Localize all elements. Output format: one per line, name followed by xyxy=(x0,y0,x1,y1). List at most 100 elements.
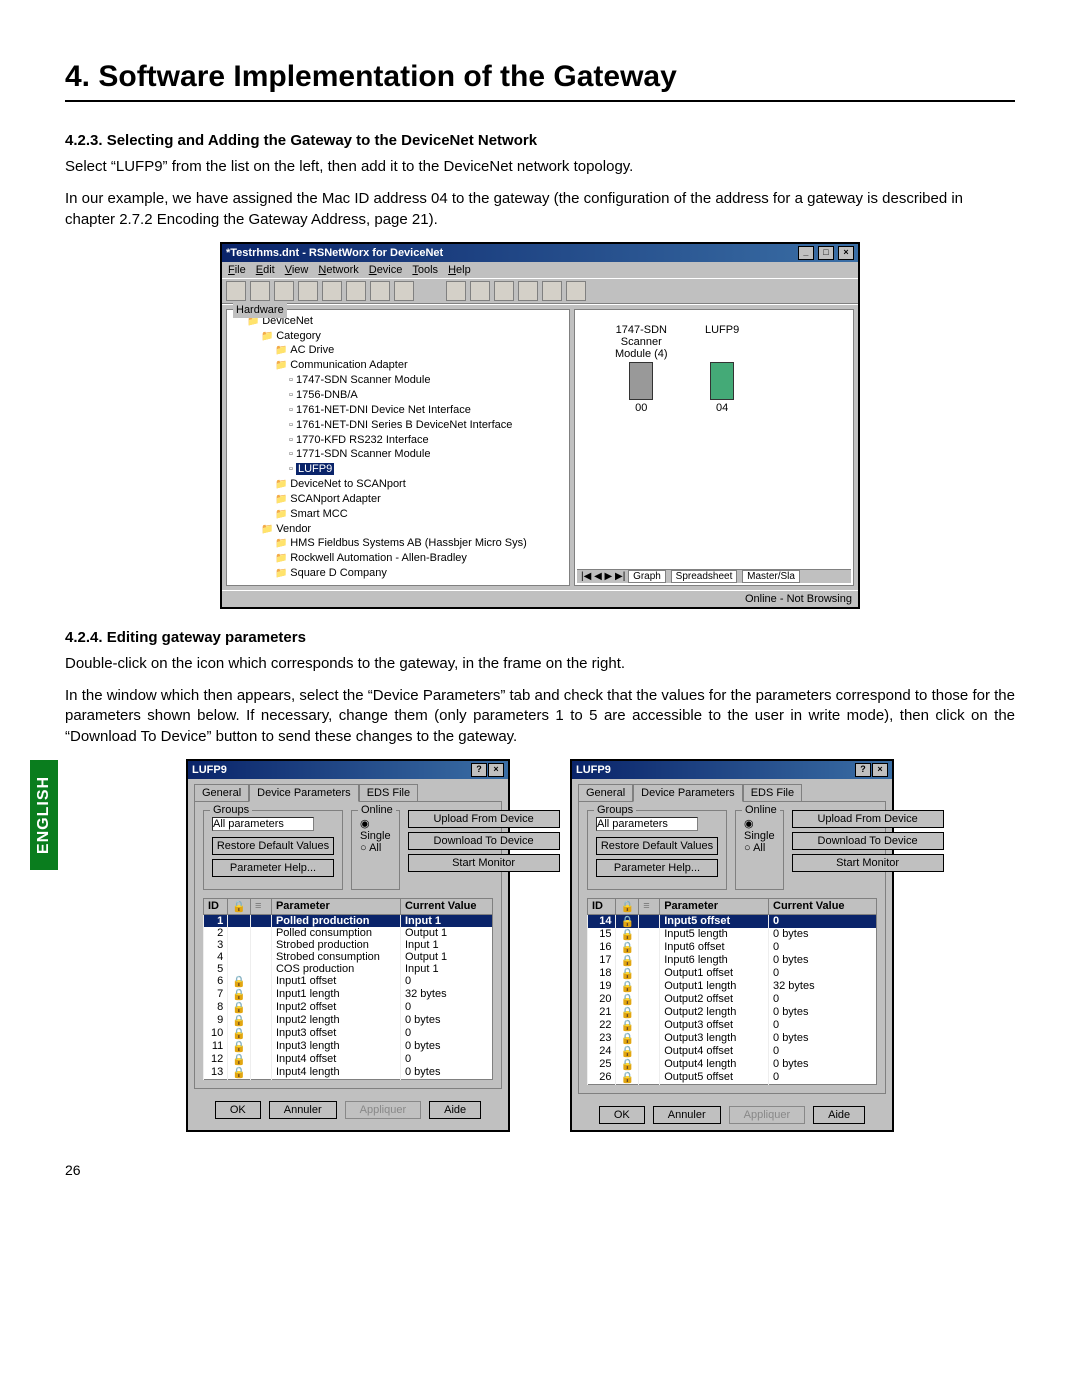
apply-button[interactable]: Appliquer xyxy=(345,1101,421,1119)
tb-help-icon[interactable] xyxy=(394,281,414,301)
table-row[interactable]: 10🔒Input3 offset0 xyxy=(204,1027,493,1040)
table-row[interactable]: 4Strobed consumptionOutput 1 xyxy=(204,951,493,963)
tree-node[interactable]: Vendor xyxy=(233,522,563,537)
tree-node[interactable]: HMS Fieldbus Systems AB (Hassbjer Micro … xyxy=(233,536,563,551)
tab-general[interactable]: General xyxy=(578,784,633,802)
table-row[interactable]: 20🔒Output2 offset0 xyxy=(588,993,877,1006)
tb-copy-icon[interactable] xyxy=(346,281,366,301)
menu-file[interactable]: File xyxy=(228,264,246,276)
radio-all[interactable]: All xyxy=(360,842,391,854)
tab-graph[interactable]: Graph xyxy=(628,570,666,583)
table-row[interactable]: 19🔒Output1 length32 bytes xyxy=(588,980,877,993)
parameter-table[interactable]: ID🔒≡ParameterCurrent Value1Polled produc… xyxy=(203,898,493,1080)
dlg-tabs[interactable]: GeneralDevice ParametersEDS File xyxy=(572,779,892,801)
groups-select[interactable]: All parameters xyxy=(212,817,314,831)
graph-device-lufp9[interactable]: LUFP9 04 xyxy=(705,324,739,414)
menubar[interactable]: File Edit View Network Device Tools Help xyxy=(222,262,858,278)
tree-node[interactable]: 1761-NET-DNI Device Net Interface xyxy=(233,403,563,418)
tree-node[interactable]: 1747-SDN Scanner Module xyxy=(233,373,563,388)
table-row[interactable]: 22🔒Output3 offset0 xyxy=(588,1019,877,1032)
col-eq-icon[interactable]: ≡ xyxy=(639,898,660,914)
tree-node[interactable]: Smart MCC xyxy=(233,507,563,522)
tab-eds-file[interactable]: EDS File xyxy=(743,784,802,802)
menu-edit[interactable]: Edit xyxy=(256,264,275,276)
graph-view[interactable]: 1747-SDN Scanner Module (4) 00 LUFP9 04 … xyxy=(574,309,854,586)
minimize-icon[interactable]: _ xyxy=(798,246,814,260)
table-row[interactable]: 26🔒Output5 offset0 xyxy=(588,1071,877,1085)
radio-single[interactable]: Single xyxy=(744,817,775,842)
download-button[interactable]: Download To Device xyxy=(792,832,944,850)
hardware-tree[interactable]: Hardware DeviceNetCategoryAC DriveCommun… xyxy=(226,309,570,586)
table-row[interactable]: 21🔒Output2 length0 bytes xyxy=(588,1006,877,1019)
col-lock-icon[interactable]: 🔒 xyxy=(228,898,251,914)
tree-node[interactable]: Category xyxy=(233,329,563,344)
tb-open-icon[interactable] xyxy=(250,281,270,301)
groups-select[interactable]: All parameters xyxy=(596,817,698,831)
col-parameter[interactable]: Parameter xyxy=(660,898,769,914)
table-row[interactable]: 23🔒Output3 length0 bytes xyxy=(588,1032,877,1045)
parameter-table[interactable]: ID🔒≡ParameterCurrent Value14🔒Input5 offs… xyxy=(587,898,877,1085)
table-row[interactable]: 6🔒Input1 offset0 xyxy=(204,975,493,988)
parameter-help-button[interactable]: Parameter Help... xyxy=(596,859,718,877)
dlg-tabs[interactable]: GeneralDevice ParametersEDS File xyxy=(188,779,508,801)
tab-device-parameters[interactable]: Device Parameters xyxy=(249,784,359,802)
tree-node[interactable]: 1761-NET-DNI Series B DeviceNet Interfac… xyxy=(233,418,563,433)
menu-tools[interactable]: Tools xyxy=(412,264,438,276)
tree-node[interactable]: AC Drive xyxy=(233,343,563,358)
tab-masterslave[interactable]: Master/Sla xyxy=(742,570,800,583)
help-button[interactable]: Aide xyxy=(813,1106,865,1124)
apply-button[interactable]: Appliquer xyxy=(729,1106,805,1124)
cancel-button[interactable]: Annuler xyxy=(269,1101,337,1119)
tb-cut-icon[interactable] xyxy=(322,281,342,301)
tab-device-parameters[interactable]: Device Parameters xyxy=(633,784,743,802)
graph-tabstrip[interactable]: |◀ ◀ ▶ ▶| Graph Spreadsheet Master/Sla xyxy=(577,569,851,583)
tree-node[interactable]: Communication Adapter xyxy=(233,358,563,373)
window-controls[interactable]: _ □ × xyxy=(797,246,854,260)
table-row[interactable]: 13🔒Input4 length0 bytes xyxy=(204,1066,493,1080)
toolbar[interactable] xyxy=(222,278,858,304)
upload-button[interactable]: Upload From Device xyxy=(792,810,944,828)
start-monitor-button[interactable]: Start Monitor xyxy=(408,854,560,872)
table-row[interactable]: 7🔒Input1 length32 bytes xyxy=(204,988,493,1001)
table-row[interactable]: 1Polled productionInput 1 xyxy=(204,914,493,927)
menu-device[interactable]: Device xyxy=(369,264,403,276)
tb-online-icon[interactable] xyxy=(494,281,514,301)
col-id[interactable]: ID xyxy=(588,898,616,914)
help-icon[interactable]: ? xyxy=(471,763,487,777)
table-row[interactable]: 9🔒Input2 length0 bytes xyxy=(204,1014,493,1027)
col-lock-icon[interactable]: 🔒 xyxy=(616,898,639,914)
tab-eds-file[interactable]: EDS File xyxy=(359,784,418,802)
tb-misc1-icon[interactable] xyxy=(542,281,562,301)
tb-zoomout-icon[interactable] xyxy=(470,281,490,301)
tb-save-icon[interactable] xyxy=(274,281,294,301)
help-button[interactable]: Aide xyxy=(429,1101,481,1119)
tree-node[interactable]: SCANport Adapter xyxy=(233,492,563,507)
tb-new-icon[interactable] xyxy=(226,281,246,301)
restore-defaults-button[interactable]: Restore Default Values xyxy=(596,837,718,855)
col-current-value[interactable]: Current Value xyxy=(400,898,492,914)
restore-defaults-button[interactable]: Restore Default Values xyxy=(212,837,334,855)
menu-network[interactable]: Network xyxy=(318,264,358,276)
close-icon[interactable]: × xyxy=(872,763,888,777)
tb-print-icon[interactable] xyxy=(298,281,318,301)
download-button[interactable]: Download To Device xyxy=(408,832,560,850)
rsnetworx-titlebar[interactable]: *Testrhms.dnt - RSNetWorx for DeviceNet … xyxy=(222,244,858,262)
col-eq-icon[interactable]: ≡ xyxy=(250,898,271,914)
tree-node[interactable]: Square D Company xyxy=(233,566,563,581)
cancel-button[interactable]: Annuler xyxy=(653,1106,721,1124)
tree-node[interactable]: LUFP9 xyxy=(233,462,563,477)
table-row[interactable]: 5COS productionInput 1 xyxy=(204,963,493,975)
close-icon[interactable]: × xyxy=(488,763,504,777)
table-row[interactable]: 25🔒Output4 length0 bytes xyxy=(588,1058,877,1071)
dlg-titlebar[interactable]: LUFP9?× xyxy=(188,761,508,779)
menu-view[interactable]: View xyxy=(285,264,309,276)
tb-zoomin-icon[interactable] xyxy=(446,281,466,301)
menu-help[interactable]: Help xyxy=(448,264,471,276)
radio-all[interactable]: All xyxy=(744,842,775,854)
table-row[interactable]: 18🔒Output1 offset0 xyxy=(588,967,877,980)
tree-node[interactable]: DeviceNet to SCANport xyxy=(233,477,563,492)
tree-node[interactable]: 1756-DNB/A xyxy=(233,388,563,403)
ok-button[interactable]: OK xyxy=(599,1106,645,1124)
table-row[interactable]: 14🔒Input5 offset0 xyxy=(588,914,877,928)
tab-spreadsheet[interactable]: Spreadsheet xyxy=(671,570,738,583)
